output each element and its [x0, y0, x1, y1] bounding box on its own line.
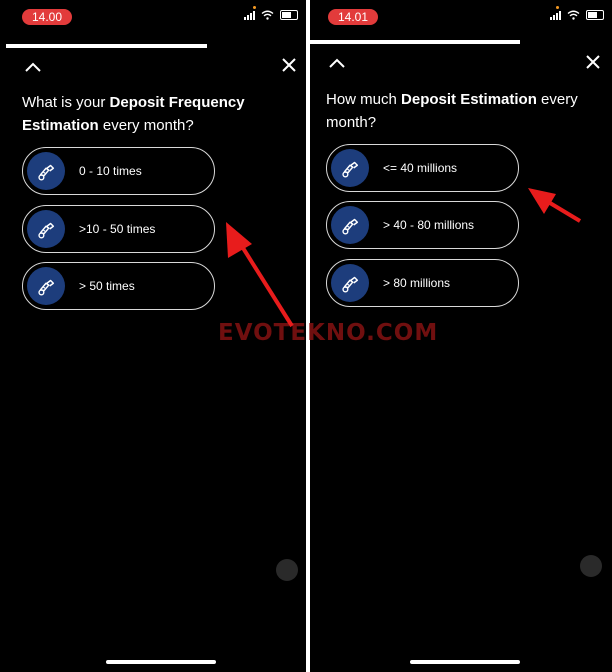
- cellular-signal-icon: [244, 10, 255, 20]
- battery-icon: [280, 10, 298, 20]
- hand-coin-icon: [27, 152, 65, 190]
- option-label: > 50 times: [79, 279, 135, 293]
- watermark-text: EVOTEKNO.COM: [218, 320, 439, 346]
- hand-coin-icon: [331, 149, 369, 187]
- floating-assist-button[interactable]: [276, 559, 298, 581]
- option-label: 0 - 10 times: [79, 164, 142, 178]
- option-40-80-millions[interactable]: > 40 - 80 millions: [326, 201, 519, 249]
- recording-dot: [556, 6, 559, 9]
- progress-bar: [310, 40, 520, 44]
- option-label: <= 40 millions: [383, 161, 458, 175]
- wifi-icon: [567, 10, 580, 20]
- option-over-80-millions[interactable]: > 80 millions: [326, 259, 519, 307]
- home-indicator[interactable]: [410, 660, 520, 664]
- status-bar: 14.01: [310, 0, 612, 30]
- close-icon[interactable]: [582, 51, 604, 73]
- option-up-to-40-millions[interactable]: <= 40 millions: [326, 144, 519, 192]
- option-over-50-times[interactable]: > 50 times: [22, 262, 215, 310]
- status-bar: 14.00: [0, 0, 306, 30]
- close-icon[interactable]: [278, 54, 300, 76]
- option-0-10-times[interactable]: 0 - 10 times: [22, 147, 215, 195]
- status-time: 14.01: [328, 9, 379, 25]
- floating-assist-button[interactable]: [580, 555, 602, 577]
- hand-coin-icon: [27, 267, 65, 305]
- hand-coin-icon: [27, 210, 65, 248]
- battery-icon: [586, 10, 604, 20]
- chevron-up-icon[interactable]: [326, 52, 348, 74]
- hand-coin-icon: [331, 264, 369, 302]
- recording-dot: [253, 6, 256, 9]
- question-text: What is your Deposit Frequency Estimatio…: [22, 94, 245, 134]
- option-label: >10 - 50 times: [79, 222, 156, 236]
- cellular-signal-icon: [550, 10, 561, 20]
- hand-coin-icon: [331, 206, 369, 244]
- question-text: How much Deposit Estimation every month?: [326, 91, 578, 131]
- wifi-icon: [261, 10, 274, 20]
- option-label: > 80 millions: [383, 276, 451, 290]
- progress-bar: [6, 44, 207, 48]
- status-time: 14.00: [22, 9, 73, 25]
- chevron-up-icon[interactable]: [22, 56, 44, 78]
- option-label: > 40 - 80 millions: [383, 218, 475, 232]
- option-10-50-times[interactable]: >10 - 50 times: [22, 205, 215, 253]
- home-indicator[interactable]: [106, 660, 216, 664]
